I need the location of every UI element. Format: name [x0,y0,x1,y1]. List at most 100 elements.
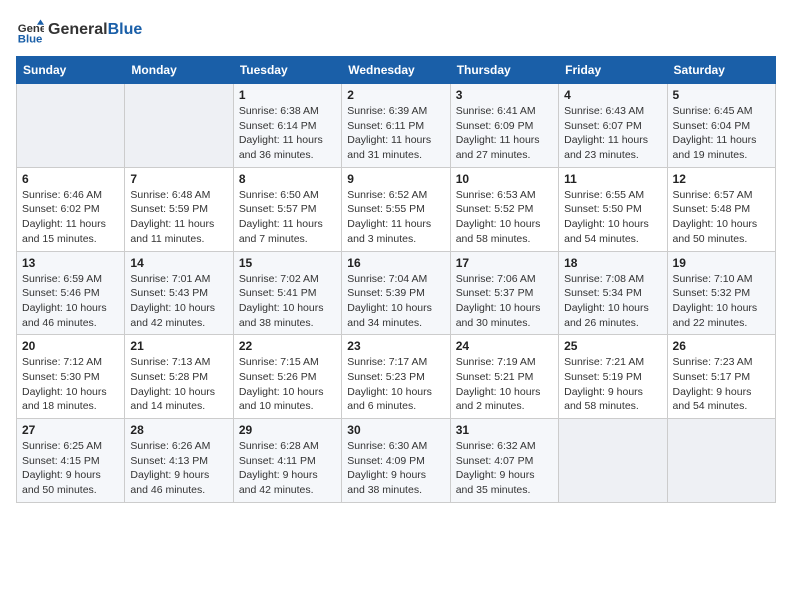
calendar-cell: 10Sunrise: 6:53 AMSunset: 5:52 PMDayligh… [450,167,558,251]
logo-general-text: General [48,21,108,38]
day-number: 17 [456,256,553,270]
calendar-cell [559,419,667,503]
calendar-cell: 26 Sunrise: 7:23 AMSunset: 5:17 PMDayligh… [667,335,775,419]
day-detail: Sunrise: 6:46 AMSunset: 6:02 PMDaylight:… [22,188,119,247]
calendar-cell: 22 Sunrise: 7:15 AMSunset: 5:26 PMDayligh… [233,335,341,419]
day-number: 5 [673,88,770,102]
day-number: 22 [239,339,336,353]
day-number: 15 [239,256,336,270]
calendar-cell: 15 Sunrise: 7:02 AMSunset: 5:41 PMDayligh… [233,251,341,335]
day-number: 7 [130,172,227,186]
day-detail: Sunrise: 7:04 AMSunset: 5:39 PMDaylight:… [347,272,444,331]
day-detail: Sunrise: 7:21 AMSunset: 5:19 PMDaylight:… [564,355,661,414]
calendar-cell: 19Sunrise: 7:10 AMSunset: 5:32 PMDayligh… [667,251,775,335]
calendar-cell: 2Sunrise: 6:39 AMSunset: 6:11 PMDaylight… [342,84,450,168]
day-detail: Sunrise: 7:23 AMSunset: 5:17 PMDaylight:… [673,355,770,414]
calendar-cell [17,84,125,168]
calendar-week-row: 6 Sunrise: 6:46 AMSunset: 6:02 PMDaylight… [17,167,776,251]
day-detail: Sunrise: 6:26 AMSunset: 4:13 PMDaylight:… [130,439,227,498]
calendar-cell: 4 Sunrise: 6:43 AMSunset: 6:07 PMDaylight… [559,84,667,168]
calendar-week-row: 27 Sunrise: 6:25 AMSunset: 4:15 PMDayligh… [17,419,776,503]
day-detail: Sunrise: 6:57 AMSunset: 5:48 PMDaylight:… [673,188,770,247]
calendar-cell: 17 Sunrise: 7:06 AMSunset: 5:37 PMDayligh… [450,251,558,335]
logo: General Blue GeneralBlue [16,16,142,44]
day-detail: Sunrise: 7:15 AMSunset: 5:26 PMDaylight:… [239,355,336,414]
calendar-cell: 13Sunrise: 6:59 AMSunset: 5:46 PMDayligh… [17,251,125,335]
day-number: 24 [456,339,553,353]
day-detail: Sunrise: 6:55 AMSunset: 5:50 PMDaylight:… [564,188,661,247]
logo-blue-text: Blue [108,21,143,38]
day-detail: Sunrise: 6:38 AMSunset: 6:14 PMDaylight:… [239,104,336,163]
calendar-cell: 18 Sunrise: 7:08 AMSunset: 5:34 PMDayligh… [559,251,667,335]
calendar-table: SundayMondayTuesdayWednesdayThursdayFrid… [16,56,776,503]
day-detail: Sunrise: 7:19 AMSunset: 5:21 PMDaylight:… [456,355,553,414]
calendar-cell: 28Sunrise: 6:26 AMSunset: 4:13 PMDayligh… [125,419,233,503]
day-detail: Sunrise: 6:30 AMSunset: 4:09 PMDaylight:… [347,439,444,498]
day-number: 3 [456,88,553,102]
logo-icon: General Blue [16,16,44,44]
calendar-cell: 20 Sunrise: 7:12 AMSunset: 5:30 PMDayligh… [17,335,125,419]
calendar-cell: 16 Sunrise: 7:04 AMSunset: 5:39 PMDayligh… [342,251,450,335]
day-detail: Sunrise: 6:32 AMSunset: 4:07 PMDaylight:… [456,439,553,498]
calendar-cell: 6 Sunrise: 6:46 AMSunset: 6:02 PMDaylight… [17,167,125,251]
page-header: General Blue GeneralBlue [16,16,776,44]
day-detail: Sunrise: 6:43 AMSunset: 6:07 PMDaylight:… [564,104,661,163]
calendar-cell: 3Sunrise: 6:41 AMSunset: 6:09 PMDaylight… [450,84,558,168]
day-detail: Sunrise: 7:06 AMSunset: 5:37 PMDaylight:… [456,272,553,331]
day-detail: Sunrise: 6:28 AMSunset: 4:11 PMDaylight:… [239,439,336,498]
day-number: 21 [130,339,227,353]
day-detail: Sunrise: 7:08 AMSunset: 5:34 PMDaylight:… [564,272,661,331]
day-detail: Sunrise: 6:50 AMSunset: 5:57 PMDaylight:… [239,188,336,247]
day-number: 29 [239,423,336,437]
day-number: 20 [22,339,119,353]
calendar-cell: 14 Sunrise: 7:01 AMSunset: 5:43 PMDayligh… [125,251,233,335]
day-number: 27 [22,423,119,437]
day-detail: Sunrise: 7:01 AMSunset: 5:43 PMDaylight:… [130,272,227,331]
weekday-header-monday: Monday [125,57,233,84]
day-detail: Sunrise: 6:45 AMSunset: 6:04 PMDaylight:… [673,104,770,163]
day-detail: Sunrise: 6:59 AMSunset: 5:46 PMDaylight:… [22,272,119,331]
calendar-cell: 31 Sunrise: 6:32 AMSunset: 4:07 PMDayligh… [450,419,558,503]
day-number: 23 [347,339,444,353]
day-number: 16 [347,256,444,270]
day-detail: Sunrise: 7:12 AMSunset: 5:30 PMDaylight:… [22,355,119,414]
svg-text:Blue: Blue [18,33,43,44]
day-number: 6 [22,172,119,186]
day-detail: Sunrise: 7:17 AMSunset: 5:23 PMDaylight:… [347,355,444,414]
calendar-cell: 5 Sunrise: 6:45 AMSunset: 6:04 PMDaylight… [667,84,775,168]
calendar-cell: 12 Sunrise: 6:57 AMSunset: 5:48 PMDayligh… [667,167,775,251]
weekday-header-row: SundayMondayTuesdayWednesdayThursdayFrid… [17,57,776,84]
calendar-week-row: 1 Sunrise: 6:38 AMSunset: 6:14 PMDaylight… [17,84,776,168]
day-number: 26 [673,339,770,353]
day-number: 14 [130,256,227,270]
day-detail: Sunrise: 7:02 AMSunset: 5:41 PMDaylight:… [239,272,336,331]
weekday-header-saturday: Saturday [667,57,775,84]
day-number: 31 [456,423,553,437]
day-detail: Sunrise: 6:52 AMSunset: 5:55 PMDaylight:… [347,188,444,247]
day-number: 1 [239,88,336,102]
calendar-cell [667,419,775,503]
calendar-cell [125,84,233,168]
weekday-header-thursday: Thursday [450,57,558,84]
day-number: 9 [347,172,444,186]
calendar-cell: 11Sunrise: 6:55 AMSunset: 5:50 PMDayligh… [559,167,667,251]
weekday-header-sunday: Sunday [17,57,125,84]
day-number: 2 [347,88,444,102]
day-detail: Sunrise: 7:10 AMSunset: 5:32 PMDaylight:… [673,272,770,331]
day-number: 4 [564,88,661,102]
calendar-cell: 7Sunrise: 6:48 AMSunset: 5:59 PMDaylight… [125,167,233,251]
day-number: 30 [347,423,444,437]
day-number: 18 [564,256,661,270]
day-number: 10 [456,172,553,186]
day-detail: Sunrise: 6:25 AMSunset: 4:15 PMDaylight:… [22,439,119,498]
calendar-week-row: 13Sunrise: 6:59 AMSunset: 5:46 PMDayligh… [17,251,776,335]
calendar-week-row: 20 Sunrise: 7:12 AMSunset: 5:30 PMDayligh… [17,335,776,419]
calendar-cell: 1 Sunrise: 6:38 AMSunset: 6:14 PMDaylight… [233,84,341,168]
day-number: 12 [673,172,770,186]
calendar-cell: 21Sunrise: 7:13 AMSunset: 5:28 PMDayligh… [125,335,233,419]
day-number: 25 [564,339,661,353]
calendar-cell: 25 Sunrise: 7:21 AMSunset: 5:19 PMDayligh… [559,335,667,419]
weekday-header-friday: Friday [559,57,667,84]
calendar-cell: 9 Sunrise: 6:52 AMSunset: 5:55 PMDaylight… [342,167,450,251]
weekday-header-wednesday: Wednesday [342,57,450,84]
